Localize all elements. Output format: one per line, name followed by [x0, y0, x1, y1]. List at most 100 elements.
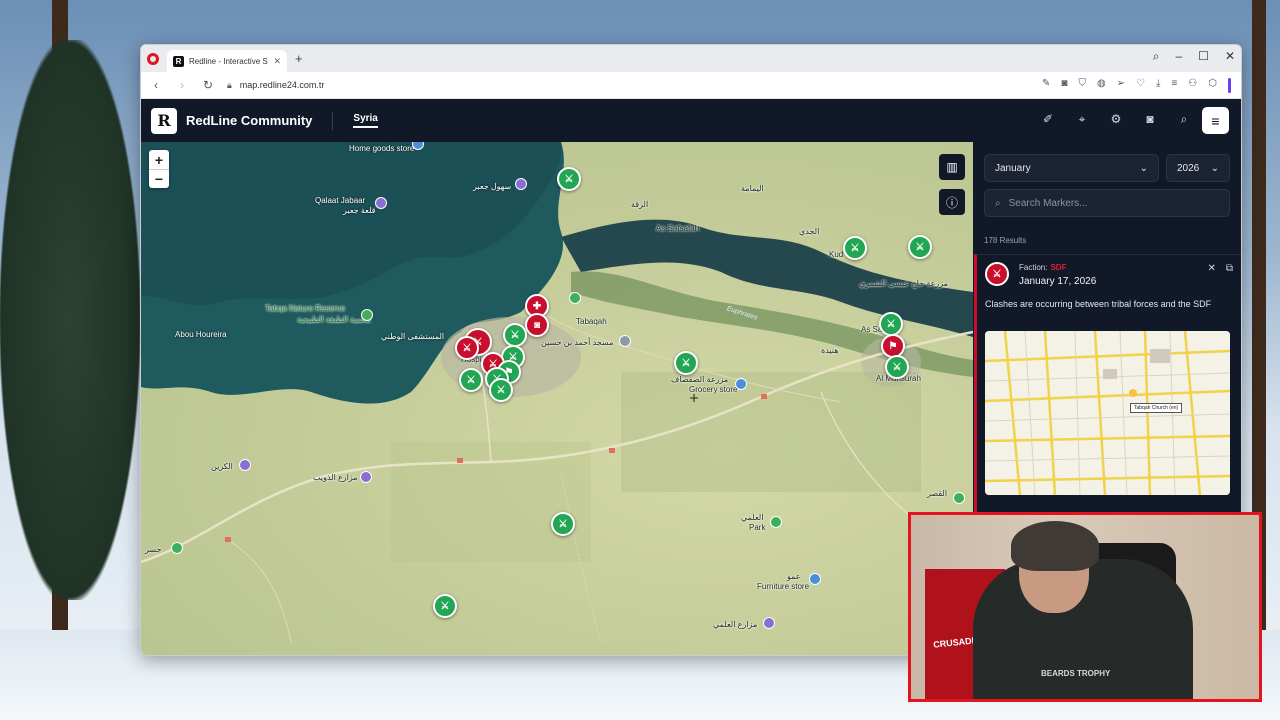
settings-gear-icon[interactable]: ⚙ — [1109, 112, 1123, 126]
clash-marker[interactable]: ⚔ — [455, 336, 479, 360]
map-label: مزرعة الصفصاف — [671, 375, 729, 384]
tab-close-icon[interactable]: ✕ — [273, 56, 281, 67]
clash-marker[interactable]: ⚔ — [557, 167, 581, 191]
map-label: Qalaat Jabaar — [315, 196, 366, 205]
map-image-tag: Tabqah Church (en) — [1130, 403, 1183, 413]
clash-marker[interactable]: ⚔ — [908, 235, 932, 259]
map-label: سهول جعبر — [473, 182, 512, 191]
clash-marker[interactable]: ⚔ — [551, 512, 575, 536]
map-label: Abou Houreira — [175, 330, 227, 339]
marker-search: ⌕ — [984, 189, 1230, 217]
poi-park[interactable] — [953, 492, 965, 504]
map-label: Grocery store — [689, 385, 738, 394]
poi-landmark[interactable] — [375, 197, 387, 209]
clash-marker[interactable]: ⚔ — [489, 378, 513, 402]
search-tabs-icon[interactable]: ⌕ — [1153, 49, 1160, 64]
card-date: January 17, 2026 — [1019, 276, 1097, 287]
header-actions: ✐ ⌖ ⚙ ◙ ⌕ — [1041, 112, 1191, 127]
url-text: map.redline24.com.tr — [239, 80, 325, 90]
map-info-button[interactable]: ⓘ — [939, 189, 965, 215]
new-tab-icon[interactable]: + — [295, 51, 303, 66]
location-pin-icon[interactable]: ⌖ — [1075, 112, 1089, 126]
profile-icon[interactable]: ⚇ — [1188, 78, 1197, 93]
redline-favicon-icon: R — [173, 55, 184, 67]
camera-marker[interactable]: ◙ — [525, 313, 549, 337]
brand-name[interactable]: RedLine Community — [186, 113, 312, 128]
clash-icon: ⚔ — [985, 262, 1009, 286]
nav-item-syria[interactable]: Syria — [353, 113, 378, 128]
month-select[interactable]: January ⌄ — [984, 154, 1159, 182]
road-marker — [457, 458, 463, 463]
map-label: قلعة جعبر — [343, 206, 376, 215]
url-field[interactable]: 🔒︎ map.redline24.com.tr — [227, 80, 324, 91]
faction-value: SDF — [1050, 263, 1067, 272]
forward-icon[interactable]: › — [175, 78, 189, 92]
shield-icon[interactable]: ⛉ — [1078, 78, 1086, 93]
edit-icon[interactable]: ✎ — [1042, 78, 1050, 93]
clash-marker[interactable]: ⚔ — [885, 355, 909, 379]
map-label: Home goods store — [349, 144, 415, 153]
close-icon[interactable]: ✕ — [1207, 263, 1215, 274]
poi-park[interactable] — [361, 309, 373, 321]
clash-marker[interactable]: ⚔ — [843, 236, 867, 260]
download-icon[interactable]: ⤓ — [1156, 78, 1160, 93]
menu-lines-icon[interactable]: ≡ — [1171, 78, 1177, 93]
poi-shop[interactable] — [809, 573, 821, 585]
draw-tool-icon[interactable]: ✐ — [1041, 112, 1055, 126]
close-window-icon[interactable]: ✕ — [1225, 49, 1235, 64]
box-icon[interactable]: ⬡ — [1208, 78, 1217, 93]
header-divider — [332, 111, 334, 130]
map-label: Kud — [829, 250, 844, 259]
map-label: مزارع العلمي — [713, 620, 758, 629]
poi-landmark[interactable] — [360, 471, 372, 483]
marker-search-input[interactable] — [1008, 197, 1209, 209]
zoom-in-button[interactable]: + — [149, 150, 169, 169]
road-marker — [225, 537, 231, 542]
back-icon[interactable]: ‹ — [149, 78, 163, 92]
vpn-icon[interactable]: ◍ — [1097, 78, 1106, 93]
poi-park[interactable] — [569, 292, 581, 304]
map-view[interactable]: + − ▥ ⓘ Home goods store Qalaat Jabaar ق… — [141, 142, 973, 655]
clash-marker[interactable]: ⚔ — [879, 312, 903, 336]
camera-icon[interactable]: ◙ — [1143, 112, 1157, 126]
year-select[interactable]: 2026 ⌄ — [1166, 154, 1230, 182]
window-controls: ⌕ – ☐ ✕ — [1153, 49, 1235, 64]
brand-logo[interactable]: R — [151, 107, 177, 134]
search-icon[interactable]: ⌕ — [1177, 112, 1191, 126]
maximize-icon[interactable]: ☐ — [1198, 49, 1209, 64]
map-label: الكرين — [211, 462, 233, 471]
minimize-icon[interactable]: – — [1175, 49, 1182, 64]
card-actions: ✕ ⧉ — [1207, 263, 1233, 274]
poi-landmark[interactable] — [239, 459, 251, 471]
map-layers-button[interactable]: ▥ — [939, 154, 965, 180]
opera-logo-icon[interactable] — [147, 52, 159, 65]
poi-park[interactable] — [770, 516, 782, 528]
card-map-image[interactable]: Tabqah Church (en) — [985, 331, 1230, 495]
card-faction: Faction: SDF — [1019, 263, 1066, 272]
clash-marker[interactable]: ⚔ — [433, 594, 457, 618]
poi-shop[interactable] — [735, 378, 747, 390]
heart-icon[interactable]: ♡ — [1136, 78, 1145, 93]
card-description: Clashes are occurring between tribal for… — [985, 299, 1212, 309]
map-label: الجدي — [799, 227, 820, 236]
map-label: مزرعة حاج عيسى الشمري — [859, 279, 948, 288]
clash-marker[interactable]: ⚔ — [503, 323, 527, 347]
streamer-hair — [1011, 521, 1099, 571]
camera-icon[interactable]: ◙ — [1061, 78, 1067, 93]
zoom-out-button[interactable]: − — [149, 169, 169, 188]
poi-landmark[interactable] — [515, 178, 527, 190]
hamburger-menu-button[interactable]: ≡ — [1202, 107, 1229, 134]
poi-park[interactable] — [171, 542, 183, 554]
clash-marker[interactable]: ⚔ — [674, 351, 698, 375]
external-link-icon[interactable]: ⧉ — [1226, 263, 1233, 274]
browser-tab[interactable]: R Redline - Interactive Strat ✕ — [167, 50, 287, 72]
send-icon[interactable]: ➢ — [1117, 78, 1125, 93]
reload-icon[interactable]: ↻ — [201, 78, 215, 92]
poi-mosque[interactable] — [619, 335, 631, 347]
shirt-text: BEARDS TROPHY — [1041, 669, 1111, 678]
map-label: محمية الطبقة الطبيعية — [297, 315, 371, 324]
poi-landmark[interactable] — [763, 617, 775, 629]
clash-marker[interactable]: ⚔ — [459, 368, 483, 392]
zoom-control: + − — [149, 150, 169, 188]
extension-icons: ✎ ◙ ⛉ ◍ ➢ ♡ ⤓ ≡ ⚇ ⬡ — [1042, 78, 1231, 93]
